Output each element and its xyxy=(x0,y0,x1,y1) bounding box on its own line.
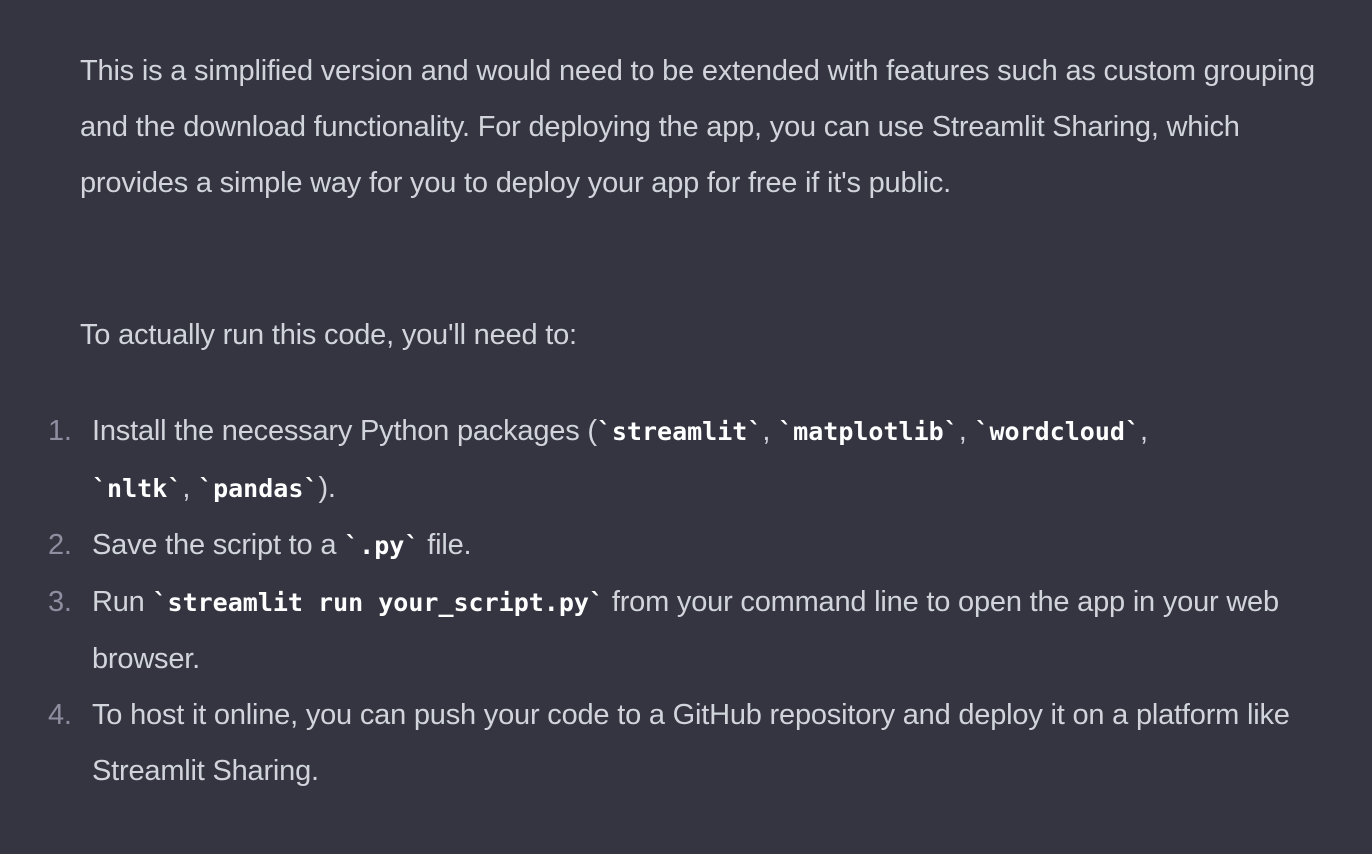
list-item-step-3: 3. Run `streamlit run your_script.py` fr… xyxy=(0,574,1292,687)
separator: , xyxy=(958,415,975,447)
code-matplotlib: `matplotlib` xyxy=(778,417,959,446)
code-py-extension: `.py` xyxy=(344,531,420,560)
step-text: Install the necessary Python packages ( xyxy=(92,415,597,447)
paragraph-deployment-note: This is a simplified version and would n… xyxy=(80,55,1315,199)
list-number: 2. xyxy=(48,529,72,561)
step-text: file. xyxy=(419,529,472,561)
separator: , xyxy=(762,415,779,447)
separator: , xyxy=(1140,415,1148,447)
code-wordcloud: `wordcloud` xyxy=(974,417,1141,446)
list-number: 1. xyxy=(48,415,72,447)
steps-list: 1. Install the necessary Python packages… xyxy=(0,403,1372,799)
assistant-message: This is a simplified version and would n… xyxy=(0,0,1372,854)
separator: , xyxy=(182,472,199,504)
step-text: Run xyxy=(92,586,153,618)
list-item-step-1: 1. Install the necessary Python packages… xyxy=(0,403,1292,517)
list-number: 3. xyxy=(48,586,72,618)
step-text: To host it online, you can push your cod… xyxy=(92,699,1290,787)
step-text: ). xyxy=(318,472,336,504)
code-run-command: `streamlit run your_script.py` xyxy=(152,588,605,617)
list-item-step-2: 2. Save the script to a `.py` file. xyxy=(0,517,1292,574)
step-text: Save the script to a xyxy=(92,529,345,561)
paragraph-run-intro: To actually run this code, you'll need t… xyxy=(80,319,577,351)
code-streamlit: `streamlit` xyxy=(596,417,763,446)
code-pandas: `pandas` xyxy=(198,474,319,503)
code-nltk: `nltk` xyxy=(92,474,183,503)
list-number: 4. xyxy=(48,699,72,731)
list-item-step-4: 4. To host it online, you can push your … xyxy=(0,687,1292,799)
